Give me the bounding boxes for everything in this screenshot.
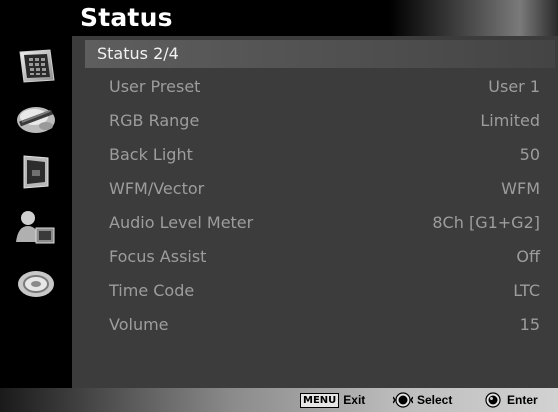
status-row-user-preset: User Preset User 1 xyxy=(72,70,558,104)
status-row-wfm-vector: WFM/Vector WFM xyxy=(72,172,558,206)
display-icon[interactable] xyxy=(12,152,60,192)
page-title: Status xyxy=(80,3,173,32)
select-label: Select xyxy=(417,393,453,407)
row-value: 15 xyxy=(519,315,540,334)
osd-menu: Status Status 2/4 User Preset User 1 RGB… xyxy=(0,0,558,412)
row-value: 8Ch [G1+G2] xyxy=(432,213,540,232)
row-value: WFM xyxy=(501,179,540,198)
system-icon[interactable] xyxy=(12,264,60,304)
page-header: Status 2/4 xyxy=(85,40,555,68)
row-value: Limited xyxy=(480,111,540,130)
row-value: User 1 xyxy=(488,77,540,96)
menu-key-icon: MENU xyxy=(300,392,340,408)
row-label: WFM/Vector xyxy=(109,179,205,198)
row-value: Off xyxy=(516,247,540,266)
status-row-audio-level-meter: Audio Level Meter 8Ch [G1+G2] xyxy=(72,206,558,240)
row-value: LTC xyxy=(513,281,540,300)
user-settings-icon[interactable] xyxy=(12,208,60,248)
color-wheel-icon[interactable] xyxy=(12,98,60,138)
sidebar xyxy=(0,36,72,388)
status-row-focus-assist: Focus Assist Off xyxy=(72,240,558,274)
row-label: Audio Level Meter xyxy=(109,213,254,232)
exit-label: Exit xyxy=(343,393,366,407)
row-label: Focus Assist xyxy=(109,247,207,266)
row-label: RGB Range xyxy=(109,111,200,130)
status-row-rgb-range: RGB Range Limited xyxy=(72,104,558,138)
row-label: Back Light xyxy=(109,145,193,164)
jog-dial-icon xyxy=(393,391,413,409)
enter-hint[interactable]: Enter xyxy=(483,391,538,409)
title-bar: Status xyxy=(0,0,558,36)
row-value: 50 xyxy=(519,145,540,164)
status-panel-icon[interactable] xyxy=(12,46,60,86)
status-row-time-code: Time Code LTC xyxy=(72,274,558,308)
push-dial-icon xyxy=(483,391,503,409)
row-label: Time Code xyxy=(109,281,195,300)
status-row-volume: Volume 15 xyxy=(72,308,558,342)
page-indicator: Status 2/4 xyxy=(97,44,179,63)
status-row-back-light: Back Light 50 xyxy=(72,138,558,172)
enter-label: Enter xyxy=(507,393,538,407)
footer-hint-bar: MENU Exit Select Enter xyxy=(0,388,558,412)
status-panel: Status 2/4 User Preset User 1 RGB Range … xyxy=(72,36,558,388)
row-label: Volume xyxy=(109,315,169,334)
select-hint[interactable]: Select xyxy=(393,391,452,409)
exit-hint[interactable]: MENU Exit xyxy=(300,391,365,409)
row-label: User Preset xyxy=(109,77,201,96)
